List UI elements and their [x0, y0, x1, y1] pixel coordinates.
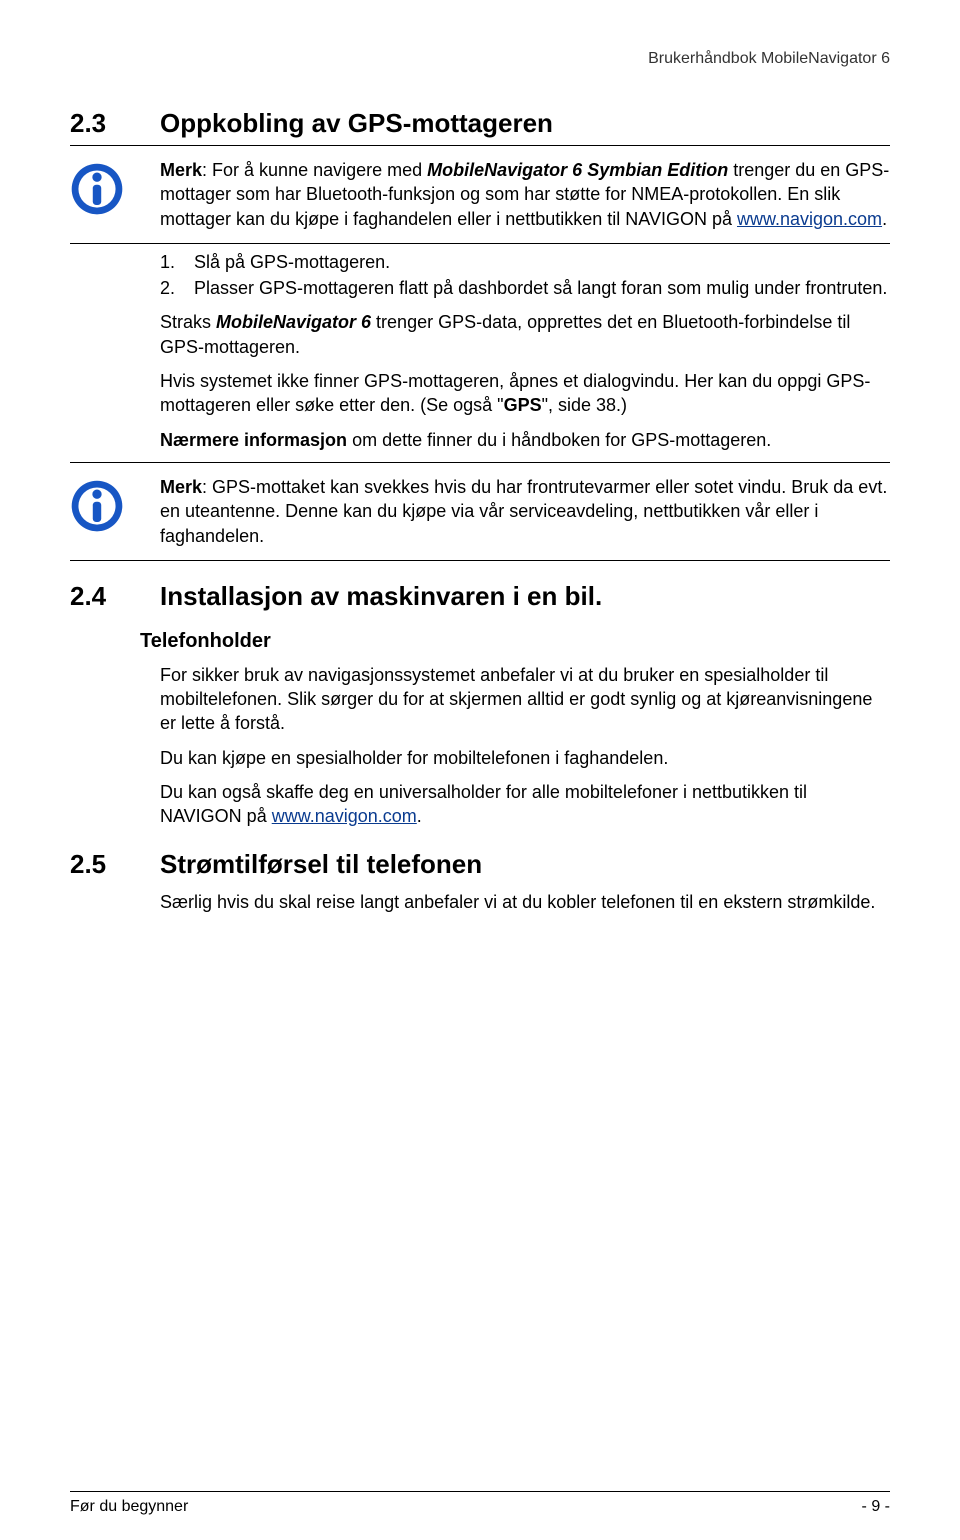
text: Du kan også skaffe deg en universalholde…: [160, 782, 807, 826]
note-block-1: Merk: For å kunne navigere med MobileNav…: [70, 150, 890, 239]
divider: [70, 462, 890, 463]
list-number: 2.: [160, 276, 194, 300]
section-heading-2-4: 2.4 Installasjon av maskinvaren i en bil…: [70, 581, 890, 612]
page-footer: Før du begynner - 9 -: [70, 1491, 890, 1516]
text: .: [417, 806, 422, 826]
link-navigon[interactable]: www.navigon.com: [272, 806, 417, 826]
footer-page-number: - 9 -: [862, 1498, 890, 1516]
paragraph: Hvis systemet ikke finner GPS-mottageren…: [160, 369, 890, 418]
page-header: Brukerhåndbok MobileNavigator 6: [70, 50, 890, 68]
ref-gps: GPS: [504, 395, 542, 415]
note-label: Merk: [160, 477, 202, 497]
section-heading-2-3: 2.3 Oppkobling av GPS-mottageren: [70, 108, 890, 139]
note-icon-cell: [70, 158, 160, 216]
text: Straks: [160, 312, 216, 332]
note-text: Merk: GPS-mottaket kan svekkes hvis du h…: [160, 475, 890, 548]
section-title: Oppkobling av GPS-mottageren: [160, 108, 553, 139]
subsection-heading: Telefonholder: [140, 630, 890, 653]
text: ", side 38.): [542, 395, 627, 415]
divider: [70, 560, 890, 561]
note-label: Merk: [160, 160, 202, 180]
list-text: Slå på GPS-mottageren.: [194, 250, 890, 274]
note-text: Merk: For å kunne navigere med MobileNav…: [160, 158, 890, 231]
section-title: Installasjon av maskinvaren i en bil.: [160, 581, 602, 612]
list-item: 2. Plasser GPS-mottageren flatt på dashb…: [160, 276, 890, 300]
product-name: MobileNavigator 6 Symbian Edition: [427, 160, 728, 180]
section-number: 2.5: [70, 849, 160, 880]
divider: [70, 145, 890, 146]
text: om dette finner du i håndboken for GPS-m…: [347, 430, 771, 450]
list-number: 1.: [160, 250, 194, 274]
paragraph: For sikker bruk av navigasjonssystemet a…: [160, 663, 890, 736]
notice-icon: [70, 162, 124, 216]
list-item: 1. Slå på GPS-mottageren.: [160, 250, 890, 274]
note-icon-cell: [70, 475, 160, 533]
footer-left: Før du begynner: [70, 1498, 188, 1516]
section-number: 2.4: [70, 581, 160, 612]
text: : For å kunne navigere med: [202, 160, 427, 180]
section-number: 2.3: [70, 108, 160, 139]
paragraph: Nærmere informasjon om dette finner du i…: [160, 428, 890, 452]
document-page: Brukerhåndbok MobileNavigator 6 2.3 Oppk…: [0, 0, 960, 1540]
ordered-list: 1. Slå på GPS-mottageren. 2. Plasser GPS…: [160, 250, 890, 301]
divider: [70, 243, 890, 244]
list-text: Plasser GPS-mottageren flatt på dashbord…: [194, 276, 890, 300]
notice-icon: [70, 479, 124, 533]
text: : GPS-mottaket kan svekkes hvis du har f…: [160, 477, 887, 546]
section-heading-2-5: 2.5 Strømtilførsel til telefonen: [70, 849, 890, 880]
link-navigon[interactable]: www.navigon.com: [737, 209, 882, 229]
paragraph-block: For sikker bruk av navigasjonssystemet a…: [160, 663, 890, 829]
label: Nærmere informasjon: [160, 430, 347, 450]
paragraph: Du kan også skaffe deg en universalholde…: [160, 780, 890, 829]
note-block-2: Merk: GPS-mottaket kan svekkes hvis du h…: [70, 467, 890, 556]
paragraph-block: Straks MobileNavigator 6 trenger GPS-dat…: [160, 310, 890, 451]
paragraph: Straks MobileNavigator 6 trenger GPS-dat…: [160, 310, 890, 359]
section-title: Strømtilførsel til telefonen: [160, 849, 482, 880]
text: .: [882, 209, 887, 229]
paragraph: Du kan kjøpe en spesialholder for mobilt…: [160, 746, 890, 770]
paragraph-block: Særlig hvis du skal reise langt anbefale…: [160, 890, 890, 914]
product-name: MobileNavigator 6: [216, 312, 371, 332]
paragraph: Særlig hvis du skal reise langt anbefale…: [160, 890, 890, 914]
